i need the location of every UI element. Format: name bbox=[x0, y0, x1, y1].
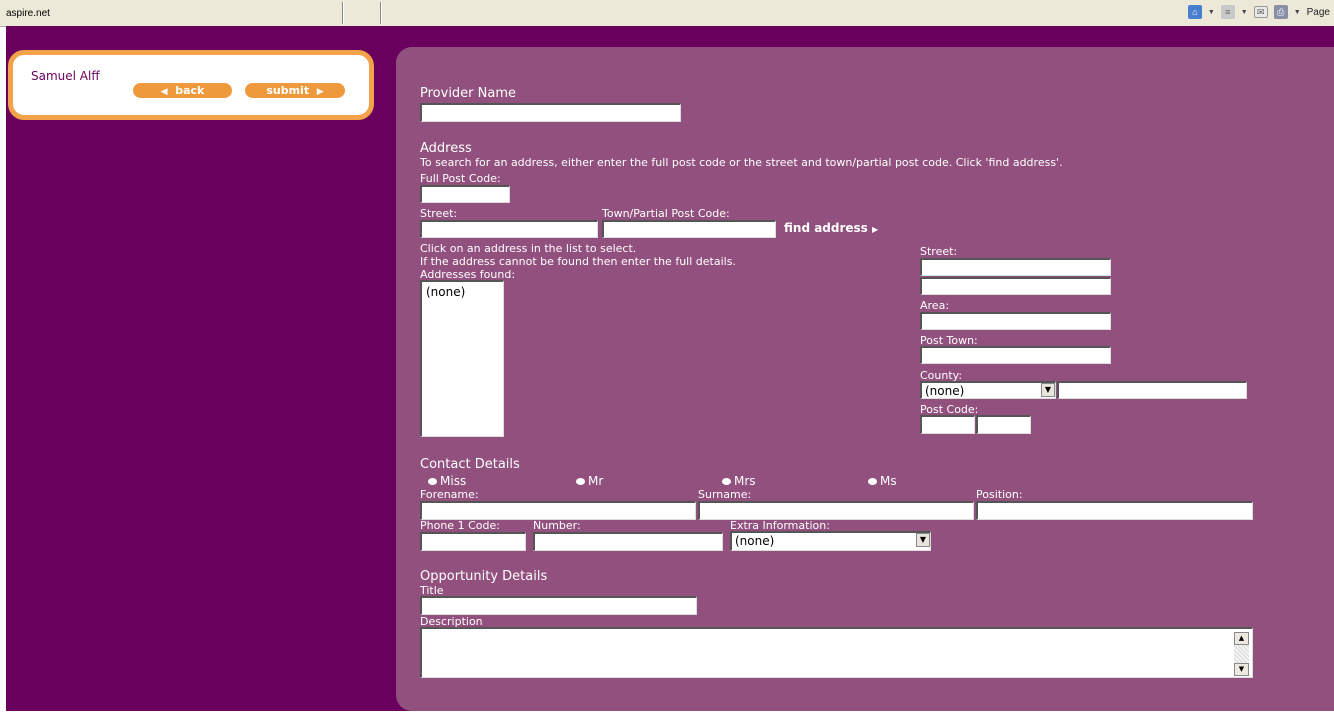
town-search-label: Town/Partial Post Code: bbox=[602, 207, 730, 220]
radio-ms-label: Ms bbox=[880, 474, 897, 488]
number-label: Number: bbox=[533, 519, 581, 532]
submit-button[interactable]: submit ▶ bbox=[245, 83, 345, 98]
addresses-found-list[interactable]: (none) bbox=[420, 280, 504, 437]
back-button[interactable]: ◀ back bbox=[133, 83, 232, 98]
submit-label: submit bbox=[266, 84, 310, 97]
surname-label: Surname: bbox=[698, 488, 752, 501]
post-town-input[interactable] bbox=[920, 346, 1111, 364]
county-selected-value: (none) bbox=[925, 384, 965, 398]
user-panel: Samuel Alff ◀ back submit ▶ bbox=[8, 50, 374, 120]
county-other-input[interactable] bbox=[1057, 381, 1247, 399]
phone-code-input[interactable] bbox=[420, 532, 526, 551]
not-found-help-text: If the address cannot be found then ente… bbox=[420, 255, 736, 268]
street-search-input[interactable] bbox=[420, 220, 598, 238]
forename-input[interactable] bbox=[420, 501, 696, 520]
street-line1-input[interactable] bbox=[920, 258, 1111, 276]
user-name: Samuel Alff bbox=[31, 69, 100, 83]
provider-name-input[interactable] bbox=[420, 103, 681, 122]
rss-feeds-icon[interactable]: ≡ bbox=[1220, 5, 1235, 19]
page-bottom-edge bbox=[0, 711, 1334, 715]
forename-label: Forename: bbox=[420, 488, 479, 501]
page-menu[interactable]: Page bbox=[1307, 7, 1330, 18]
chevron-down-icon[interactable]: ▼ bbox=[1041, 383, 1055, 397]
post-code-part2-input[interactable] bbox=[976, 415, 1031, 434]
area-label: Area: bbox=[920, 299, 950, 312]
post-code-part1-input[interactable] bbox=[920, 415, 975, 434]
opportunity-heading: Opportunity Details bbox=[420, 569, 548, 584]
scroll-down-icon[interactable]: ▼ bbox=[1234, 663, 1249, 676]
list-item[interactable]: (none) bbox=[426, 285, 465, 299]
scroll-up-icon[interactable]: ▲ bbox=[1234, 632, 1249, 645]
radio-mr[interactable] bbox=[576, 478, 585, 485]
title-input[interactable] bbox=[420, 596, 697, 615]
arrow-right-icon: ▶ bbox=[316, 87, 324, 97]
radio-mrs[interactable] bbox=[722, 478, 731, 485]
find-address-link[interactable]: find address ▶ bbox=[784, 221, 878, 235]
phone-code-label: Phone 1 Code: bbox=[420, 519, 500, 532]
browser-toolbar: aspire.net ⌂ ▼ ≡ ▼ ✉ ⎙ ▼ Page bbox=[0, 0, 1334, 27]
print-icon[interactable]: ⎙ bbox=[1273, 5, 1288, 19]
description-textarea[interactable]: ▲ ▼ bbox=[420, 627, 1253, 678]
address-text: aspire.net bbox=[6, 8, 50, 19]
town-search-input[interactable] bbox=[602, 220, 776, 238]
extra-info-select[interactable]: (none) ▼ bbox=[730, 531, 931, 551]
arrow-left-icon: ◀ bbox=[160, 87, 168, 97]
phone-number-input[interactable] bbox=[533, 532, 723, 551]
command-bar: ⌂ ▼ ≡ ▼ ✉ ⎙ ▼ Page bbox=[1187, 5, 1330, 19]
radio-mrs-label: Mrs bbox=[734, 474, 756, 488]
position-label: Position: bbox=[976, 488, 1023, 501]
full-post-code-input[interactable] bbox=[420, 185, 510, 203]
scrollbar[interactable]: ▲ ▼ bbox=[1234, 632, 1249, 676]
provider-heading: Provider Name bbox=[420, 86, 517, 101]
click-help-text: Click on an address in the list to selec… bbox=[420, 242, 637, 255]
back-label: back bbox=[175, 84, 205, 97]
arrow-right-icon: ▶ bbox=[872, 225, 879, 234]
chevron-down-icon[interactable]: ▼ bbox=[1294, 9, 1301, 16]
street-label: Street: bbox=[920, 245, 958, 258]
radio-miss[interactable] bbox=[428, 478, 437, 485]
street-search-label: Street: bbox=[420, 207, 458, 220]
chevron-down-icon[interactable]: ▼ bbox=[916, 533, 930, 547]
mail-icon[interactable]: ✉ bbox=[1253, 6, 1268, 18]
street-line2-input[interactable] bbox=[920, 277, 1111, 295]
radio-miss-label: Miss bbox=[440, 474, 467, 488]
county-select[interactable]: (none) ▼ bbox=[920, 381, 1056, 399]
area-input[interactable] bbox=[920, 312, 1111, 330]
toolbar-separator bbox=[342, 2, 344, 24]
address-help-text: To search for an address, either enter t… bbox=[420, 156, 1063, 169]
toolbar-separator bbox=[380, 2, 382, 24]
surname-input[interactable] bbox=[698, 501, 974, 520]
extra-info-selected-value: (none) bbox=[735, 534, 775, 548]
chevron-down-icon[interactable]: ▼ bbox=[1208, 9, 1215, 16]
radio-mr-label: Mr bbox=[588, 474, 604, 488]
find-address-label: find address bbox=[784, 221, 868, 235]
contact-heading: Contact Details bbox=[420, 457, 520, 472]
full-post-code-label: Full Post Code: bbox=[420, 172, 501, 185]
home-icon[interactable]: ⌂ bbox=[1187, 5, 1202, 19]
radio-ms[interactable] bbox=[868, 478, 877, 485]
position-input[interactable] bbox=[976, 501, 1253, 520]
address-heading: Address bbox=[420, 141, 472, 156]
chevron-down-icon[interactable]: ▼ bbox=[1241, 9, 1248, 16]
